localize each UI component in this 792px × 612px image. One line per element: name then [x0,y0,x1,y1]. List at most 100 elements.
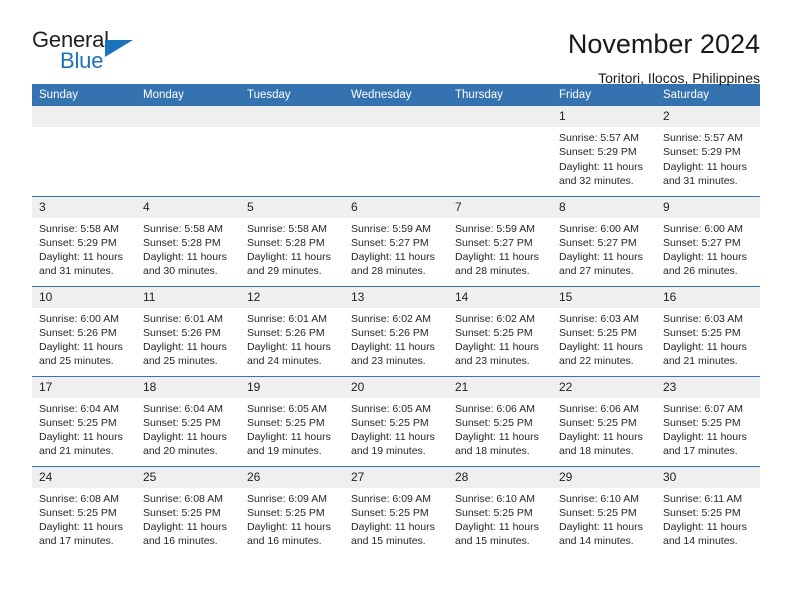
sunrise-text: Sunrise: 6:02 AM [455,312,535,325]
calendar-day-cell[interactable]: 19 Sunrise: 6:05 AM Sunset: 5:25 PM Dayligh… [240,375,344,466]
day-sun-info: Sunrise: 5:59 AM Sunset: 5:27 PM Daylight:… [448,218,552,279]
calendar-day-cell[interactable]: 27 Sunrise: 6:09 AM Sunset: 5:25 PM Dayligh… [344,465,448,556]
daylight-text-line2: and 26 minutes. [663,265,738,278]
weekday-header-wednesday: Wednesday [344,84,448,106]
sunset-text: Sunset: 5:26 PM [351,326,429,339]
daylight-text-line2: and 28 minutes. [351,265,426,278]
daylight-text-line2: and 14 minutes. [663,535,738,548]
calendar-day-cell[interactable]: 21 Sunrise: 6:06 AM Sunset: 5:25 PM Dayligh… [448,375,552,466]
day-sun-info: Sunrise: 6:04 AM Sunset: 5:25 PM Daylight:… [32,398,136,459]
daylight-text-line1: Daylight: 11 hours [247,431,331,444]
day-number [136,106,240,127]
day-sun-info: Sunrise: 5:58 AM Sunset: 5:29 PM Daylight:… [32,218,136,279]
calendar-day-cell[interactable]: 26 Sunrise: 6:09 AM Sunset: 5:25 PM Dayligh… [240,465,344,556]
daylight-text-line2: and 15 minutes. [351,535,426,548]
day-number: 1 [552,106,656,127]
weekday-header-thursday: Thursday [448,84,552,106]
daylight-text-line1: Daylight: 11 hours [663,431,747,444]
daylight-text-line1: Daylight: 11 hours [143,521,227,534]
sunrise-text: Sunrise: 6:08 AM [143,492,223,505]
calendar-day-cell[interactable]: 2 Sunrise: 5:57 AM Sunset: 5:29 PM Daylight… [656,106,760,196]
sunset-text: Sunset: 5:25 PM [39,416,117,429]
day-number: 10 [32,286,136,308]
sunrise-text: Sunrise: 6:01 AM [143,312,223,325]
day-number [240,106,344,127]
calendar-week-row: 24 Sunrise: 6:08 AM Sunset: 5:25 PM Dayligh… [32,465,760,556]
calendar-day-cell[interactable]: 4 Sunrise: 5:58 AM Sunset: 5:28 PM Daylight… [136,195,240,286]
day-number: 3 [32,196,136,218]
day-sun-info: Sunrise: 6:06 AM Sunset: 5:25 PM Daylight:… [552,398,656,459]
sunset-text: Sunset: 5:25 PM [559,326,637,339]
daylight-text-line1: Daylight: 11 hours [39,431,123,444]
calendar-day-cell[interactable]: 5 Sunrise: 5:58 AM Sunset: 5:28 PM Daylight… [240,195,344,286]
day-number: 12 [240,286,344,308]
day-sun-info: Sunrise: 6:08 AM Sunset: 5:25 PM Daylight:… [136,488,240,549]
day-number: 24 [32,466,136,488]
sunrise-text: Sunrise: 5:58 AM [143,222,223,235]
daylight-text-line2: and 29 minutes. [247,265,322,278]
calendar-day-cell[interactable]: 9 Sunrise: 6:00 AM Sunset: 5:27 PM Daylight… [656,195,760,286]
calendar-day-cell[interactable]: 25 Sunrise: 6:08 AM Sunset: 5:25 PM Dayligh… [136,465,240,556]
daylight-text-line1: Daylight: 11 hours [143,251,227,264]
brand-logo[interactable]: General Blue [32,28,152,80]
sunset-text: Sunset: 5:27 PM [559,236,637,249]
sunrise-text: Sunrise: 6:04 AM [39,402,119,415]
calendar-day-cell[interactable]: 22 Sunrise: 6:06 AM Sunset: 5:25 PM Dayligh… [552,375,656,466]
sunrise-text: Sunrise: 6:05 AM [247,402,327,415]
calendar-day-cell[interactable]: 30 Sunrise: 6:11 AM Sunset: 5:25 PM Dayligh… [656,465,760,556]
daylight-text-line1: Daylight: 11 hours [247,341,331,354]
daylight-text-line2: and 28 minutes. [455,265,530,278]
daylight-text-line1: Daylight: 11 hours [559,431,643,444]
calendar-day-cell[interactable]: 17 Sunrise: 6:04 AM Sunset: 5:25 PM Dayligh… [32,375,136,466]
daylight-text-line2: and 21 minutes. [39,445,114,458]
calendar-day-cell[interactable]: 8 Sunrise: 6:00 AM Sunset: 5:27 PM Daylight… [552,195,656,286]
daylight-text-line2: and 25 minutes. [39,355,114,368]
sunset-text: Sunset: 5:25 PM [663,326,741,339]
daylight-text-line2: and 21 minutes. [663,355,738,368]
calendar-day-cell[interactable]: 7 Sunrise: 5:59 AM Sunset: 5:27 PM Daylight… [448,195,552,286]
daylight-text-line1: Daylight: 11 hours [455,431,539,444]
sunrise-text: Sunrise: 6:11 AM [663,492,743,505]
day-sun-info: Sunrise: 6:02 AM Sunset: 5:26 PM Daylight:… [344,308,448,369]
calendar-day-cell[interactable]: 28 Sunrise: 6:10 AM Sunset: 5:25 PM Dayligh… [448,465,552,556]
daylight-text-line1: Daylight: 11 hours [351,251,435,264]
weekday-header-monday: Monday [136,84,240,106]
calendar-day-cell[interactable]: 14 Sunrise: 6:02 AM Sunset: 5:25 PM Dayligh… [448,285,552,376]
sunrise-text: Sunrise: 5:59 AM [351,222,431,235]
calendar-day-cell[interactable]: 11 Sunrise: 6:01 AM Sunset: 5:26 PM Dayligh… [136,285,240,376]
day-sun-info: Sunrise: 5:58 AM Sunset: 5:28 PM Daylight:… [136,218,240,279]
calendar-day-cell[interactable]: 3 Sunrise: 5:58 AM Sunset: 5:29 PM Daylight… [32,195,136,286]
sunrise-text: Sunrise: 5:58 AM [39,222,119,235]
calendar-day-cell[interactable]: 15 Sunrise: 6:03 AM Sunset: 5:25 PM Dayligh… [552,285,656,376]
calendar-day-cell[interactable]: 23 Sunrise: 6:07 AM Sunset: 5:25 PM Dayligh… [656,375,760,466]
day-number: 7 [448,196,552,218]
calendar-day-cell[interactable]: 18 Sunrise: 6:04 AM Sunset: 5:25 PM Dayligh… [136,375,240,466]
sunset-text: Sunset: 5:26 PM [143,326,221,339]
sunrise-text: Sunrise: 6:04 AM [143,402,223,415]
sunset-text: Sunset: 5:29 PM [559,146,637,159]
day-sun-info: Sunrise: 6:09 AM Sunset: 5:25 PM Daylight:… [240,488,344,549]
day-sun-info: Sunrise: 6:09 AM Sunset: 5:25 PM Daylight:… [344,488,448,549]
calendar-day-cell[interactable]: 24 Sunrise: 6:08 AM Sunset: 5:25 PM Dayligh… [32,465,136,556]
day-number: 29 [552,466,656,488]
calendar-day-cell[interactable]: 13 Sunrise: 6:02 AM Sunset: 5:26 PM Dayligh… [344,285,448,376]
daylight-text-line1: Daylight: 11 hours [351,521,435,534]
calendar-day-cell[interactable]: 29 Sunrise: 6:10 AM Sunset: 5:25 PM Dayligh… [552,465,656,556]
day-number: 28 [448,466,552,488]
calendar-day-cell[interactable]: 6 Sunrise: 5:59 AM Sunset: 5:27 PM Daylight… [344,195,448,286]
day-sun-info: Sunrise: 6:00 AM Sunset: 5:26 PM Daylight:… [32,308,136,369]
daylight-text-line2: and 31 minutes. [663,174,738,187]
sunset-text: Sunset: 5:25 PM [455,506,533,519]
daylight-text-line1: Daylight: 11 hours [455,521,539,534]
calendar-day-cell[interactable]: 20 Sunrise: 6:05 AM Sunset: 5:25 PM Dayligh… [344,375,448,466]
daylight-text-line1: Daylight: 11 hours [351,431,435,444]
sunrise-text: Sunrise: 6:00 AM [39,312,119,325]
calendar-day-cell[interactable]: 12 Sunrise: 6:01 AM Sunset: 5:26 PM Dayligh… [240,285,344,376]
day-sun-info: Sunrise: 6:00 AM Sunset: 5:27 PM Daylight:… [656,218,760,279]
calendar-day-cell[interactable]: 1 Sunrise: 5:57 AM Sunset: 5:29 PM Daylight… [552,106,656,196]
calendar-day-cell[interactable]: 10 Sunrise: 6:00 AM Sunset: 5:26 PM Dayligh… [32,285,136,376]
day-number: 26 [240,466,344,488]
sunrise-text: Sunrise: 6:09 AM [351,492,431,505]
sunrise-text: Sunrise: 6:10 AM [455,492,535,505]
calendar-day-cell[interactable]: 16 Sunrise: 6:03 AM Sunset: 5:25 PM Dayligh… [656,285,760,376]
